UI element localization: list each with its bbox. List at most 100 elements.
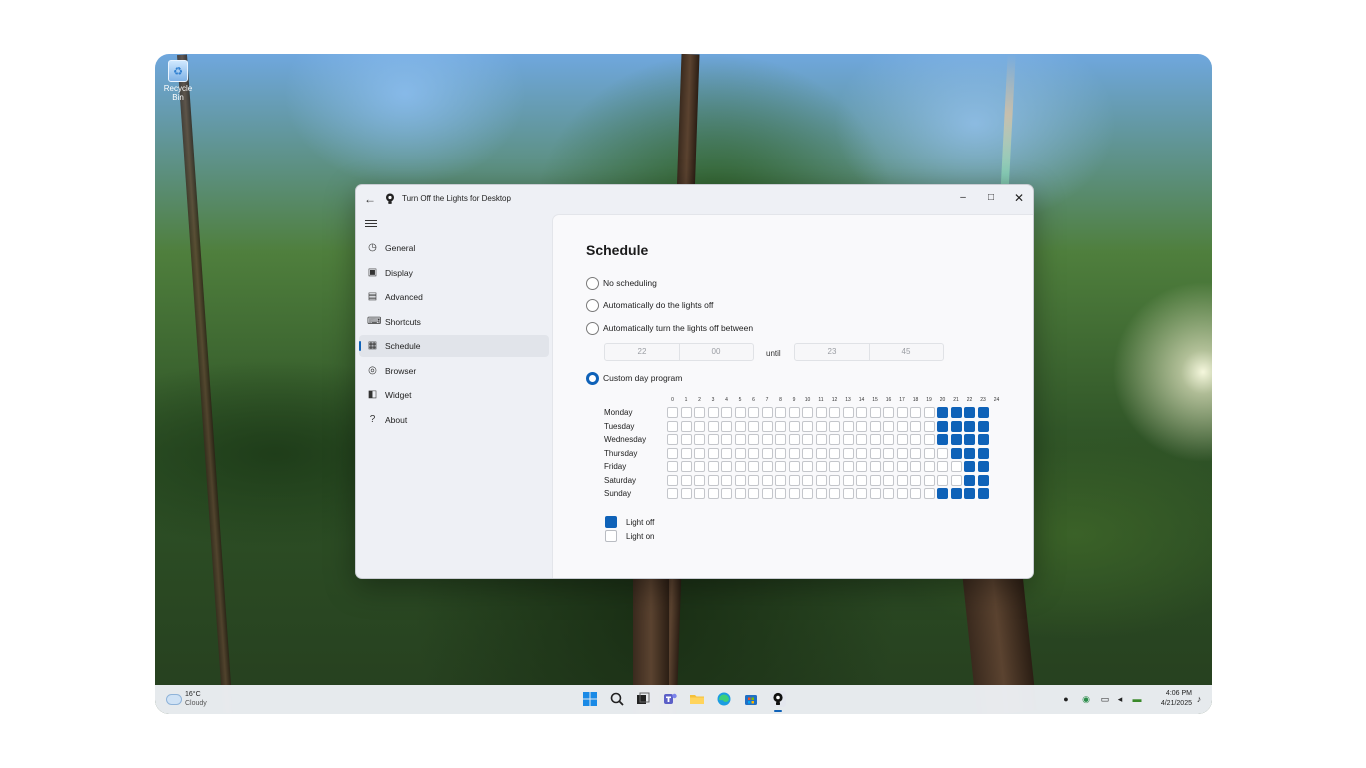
schedule-cell-light-off[interactable] xyxy=(964,474,975,486)
schedule-cell-light-on[interactable] xyxy=(667,434,678,445)
schedule-cell-light-on[interactable] xyxy=(748,434,759,445)
schedule-cell-light-on[interactable] xyxy=(869,420,881,432)
sidebar-item-browser[interactable]: ◎ Browser xyxy=(359,360,549,382)
schedule-cell-light-on[interactable] xyxy=(761,488,773,499)
schedule-cell-light-on[interactable] xyxy=(788,488,800,499)
schedule-cell-light-on[interactable] xyxy=(748,474,759,486)
schedule-cell-light-on[interactable] xyxy=(707,434,719,445)
schedule-cell-light-on[interactable] xyxy=(815,474,827,486)
schedule-cell-light-on[interactable] xyxy=(802,434,813,445)
weather-condition[interactable]: Cloudy xyxy=(185,700,207,707)
schedule-cell-light-on[interactable] xyxy=(721,407,732,418)
schedule-cell-light-on[interactable] xyxy=(775,420,786,432)
schedule-cell-light-on[interactable] xyxy=(842,434,854,445)
schedule-cell-light-on[interactable] xyxy=(910,474,921,486)
sidebar-item-widget[interactable]: ◧ Widget xyxy=(359,384,549,406)
schedule-cell-light-on[interactable] xyxy=(694,434,705,445)
schedule-cell-light-on[interactable] xyxy=(707,407,719,418)
schedule-cell-light-off[interactable] xyxy=(964,420,975,432)
schedule-cell-light-on[interactable] xyxy=(829,474,840,486)
schedule-cell-light-on[interactable] xyxy=(950,461,962,472)
task-view-icon[interactable] xyxy=(635,691,651,707)
schedule-cell-light-on[interactable] xyxy=(815,407,827,418)
schedule-cell-light-on[interactable] xyxy=(788,407,800,418)
schedule-cell-light-off[interactable] xyxy=(977,434,989,445)
schedule-cell-light-on[interactable] xyxy=(761,474,773,486)
schedule-cell-light-on[interactable] xyxy=(856,434,867,445)
schedule-cell-light-off[interactable] xyxy=(977,474,989,486)
schedule-cell-light-on[interactable] xyxy=(748,447,759,459)
schedule-cell-light-on[interactable] xyxy=(788,434,800,445)
schedule-cell-light-on[interactable] xyxy=(923,447,935,459)
schedule-cell-light-off[interactable] xyxy=(937,407,948,418)
hamburger-menu-icon[interactable] xyxy=(365,218,377,228)
schedule-cell-light-on[interactable] xyxy=(721,420,732,432)
schedule-cell-light-on[interactable] xyxy=(869,447,881,459)
schedule-cell-light-on[interactable] xyxy=(802,447,813,459)
schedule-cell-light-on[interactable] xyxy=(667,447,678,459)
schedule-cell-light-on[interactable] xyxy=(748,420,759,432)
schedule-cell-light-on[interactable] xyxy=(829,407,840,418)
schedule-cell-light-on[interactable] xyxy=(667,474,678,486)
schedule-cell-light-on[interactable] xyxy=(680,488,692,499)
schedule-cell-light-off[interactable] xyxy=(964,434,975,445)
schedule-cell-light-on[interactable] xyxy=(775,474,786,486)
schedule-cell-light-on[interactable] xyxy=(748,407,759,418)
schedule-cell-light-on[interactable] xyxy=(680,420,692,432)
schedule-cell-light-off[interactable] xyxy=(977,420,989,432)
sidebar-item-general[interactable]: ◷ General xyxy=(359,237,549,259)
sidebar-item-schedule[interactable]: ▦ Schedule xyxy=(359,335,549,357)
schedule-cell-light-on[interactable] xyxy=(842,447,854,459)
schedule-cell-light-on[interactable] xyxy=(896,461,908,472)
schedule-cell-light-on[interactable] xyxy=(721,447,732,459)
schedule-cell-light-on[interactable] xyxy=(829,420,840,432)
schedule-cell-light-on[interactable] xyxy=(842,407,854,418)
schedule-cell-light-on[interactable] xyxy=(896,420,908,432)
defender-tray-icon[interactable]: ◉ xyxy=(1081,694,1091,704)
volume-icon[interactable]: ◂ xyxy=(1115,694,1125,704)
schedule-cell-light-on[interactable] xyxy=(883,420,894,432)
schedule-cell-light-on[interactable] xyxy=(910,407,921,418)
radio-button[interactable] xyxy=(586,277,599,290)
file-explorer-icon[interactable] xyxy=(689,691,705,707)
schedule-cell-light-on[interactable] xyxy=(869,434,881,445)
schedule-cell-light-on[interactable] xyxy=(680,434,692,445)
schedule-cell-light-on[interactable] xyxy=(883,407,894,418)
schedule-cell-light-on[interactable] xyxy=(721,474,732,486)
schedule-cell-light-off[interactable] xyxy=(977,407,989,418)
schedule-cell-light-on[interactable] xyxy=(761,420,773,432)
schedule-cell-light-on[interactable] xyxy=(896,488,908,499)
schedule-cell-light-on[interactable] xyxy=(707,447,719,459)
cloud-icon[interactable] xyxy=(166,694,182,705)
schedule-cell-light-on[interactable] xyxy=(815,420,827,432)
schedule-cell-light-on[interactable] xyxy=(734,461,746,472)
schedule-cell-light-on[interactable] xyxy=(680,474,692,486)
schedule-cell-light-off[interactable] xyxy=(977,488,989,499)
back-arrow-icon[interactable]: ← xyxy=(362,191,378,207)
schedule-cell-light-on[interactable] xyxy=(680,461,692,472)
schedule-cell-light-on[interactable] xyxy=(694,488,705,499)
schedule-cell-light-on[interactable] xyxy=(734,407,746,418)
schedule-cell-light-off[interactable] xyxy=(950,447,962,459)
sidebar-item-advanced[interactable]: ▤ Advanced xyxy=(359,286,549,308)
schedule-cell-light-on[interactable] xyxy=(815,488,827,499)
schedule-cell-light-on[interactable] xyxy=(680,447,692,459)
radio-button[interactable] xyxy=(586,322,599,335)
schedule-cell-light-on[interactable] xyxy=(923,488,935,499)
schedule-cell-light-on[interactable] xyxy=(896,407,908,418)
schedule-cell-light-on[interactable] xyxy=(815,447,827,459)
schedule-cell-light-on[interactable] xyxy=(775,434,786,445)
schedule-cell-light-off[interactable] xyxy=(977,461,989,472)
schedule-cell-light-on[interactable] xyxy=(829,434,840,445)
recycle-bin-shortcut[interactable]: ♻ Recycle Bin xyxy=(160,58,196,102)
schedule-cell-light-off[interactable] xyxy=(950,420,962,432)
end-time-picker[interactable]: 23 45 xyxy=(794,343,944,361)
schedule-cell-light-on[interactable] xyxy=(923,420,935,432)
sidebar-item-about[interactable]: ? About xyxy=(359,409,549,431)
schedule-cell-light-on[interactable] xyxy=(883,474,894,486)
schedule-cell-light-off[interactable] xyxy=(964,407,975,418)
schedule-cell-light-on[interactable] xyxy=(910,488,921,499)
search-icon[interactable] xyxy=(609,691,625,707)
start-icon[interactable] xyxy=(582,691,598,707)
schedule-cell-light-on[interactable] xyxy=(829,447,840,459)
